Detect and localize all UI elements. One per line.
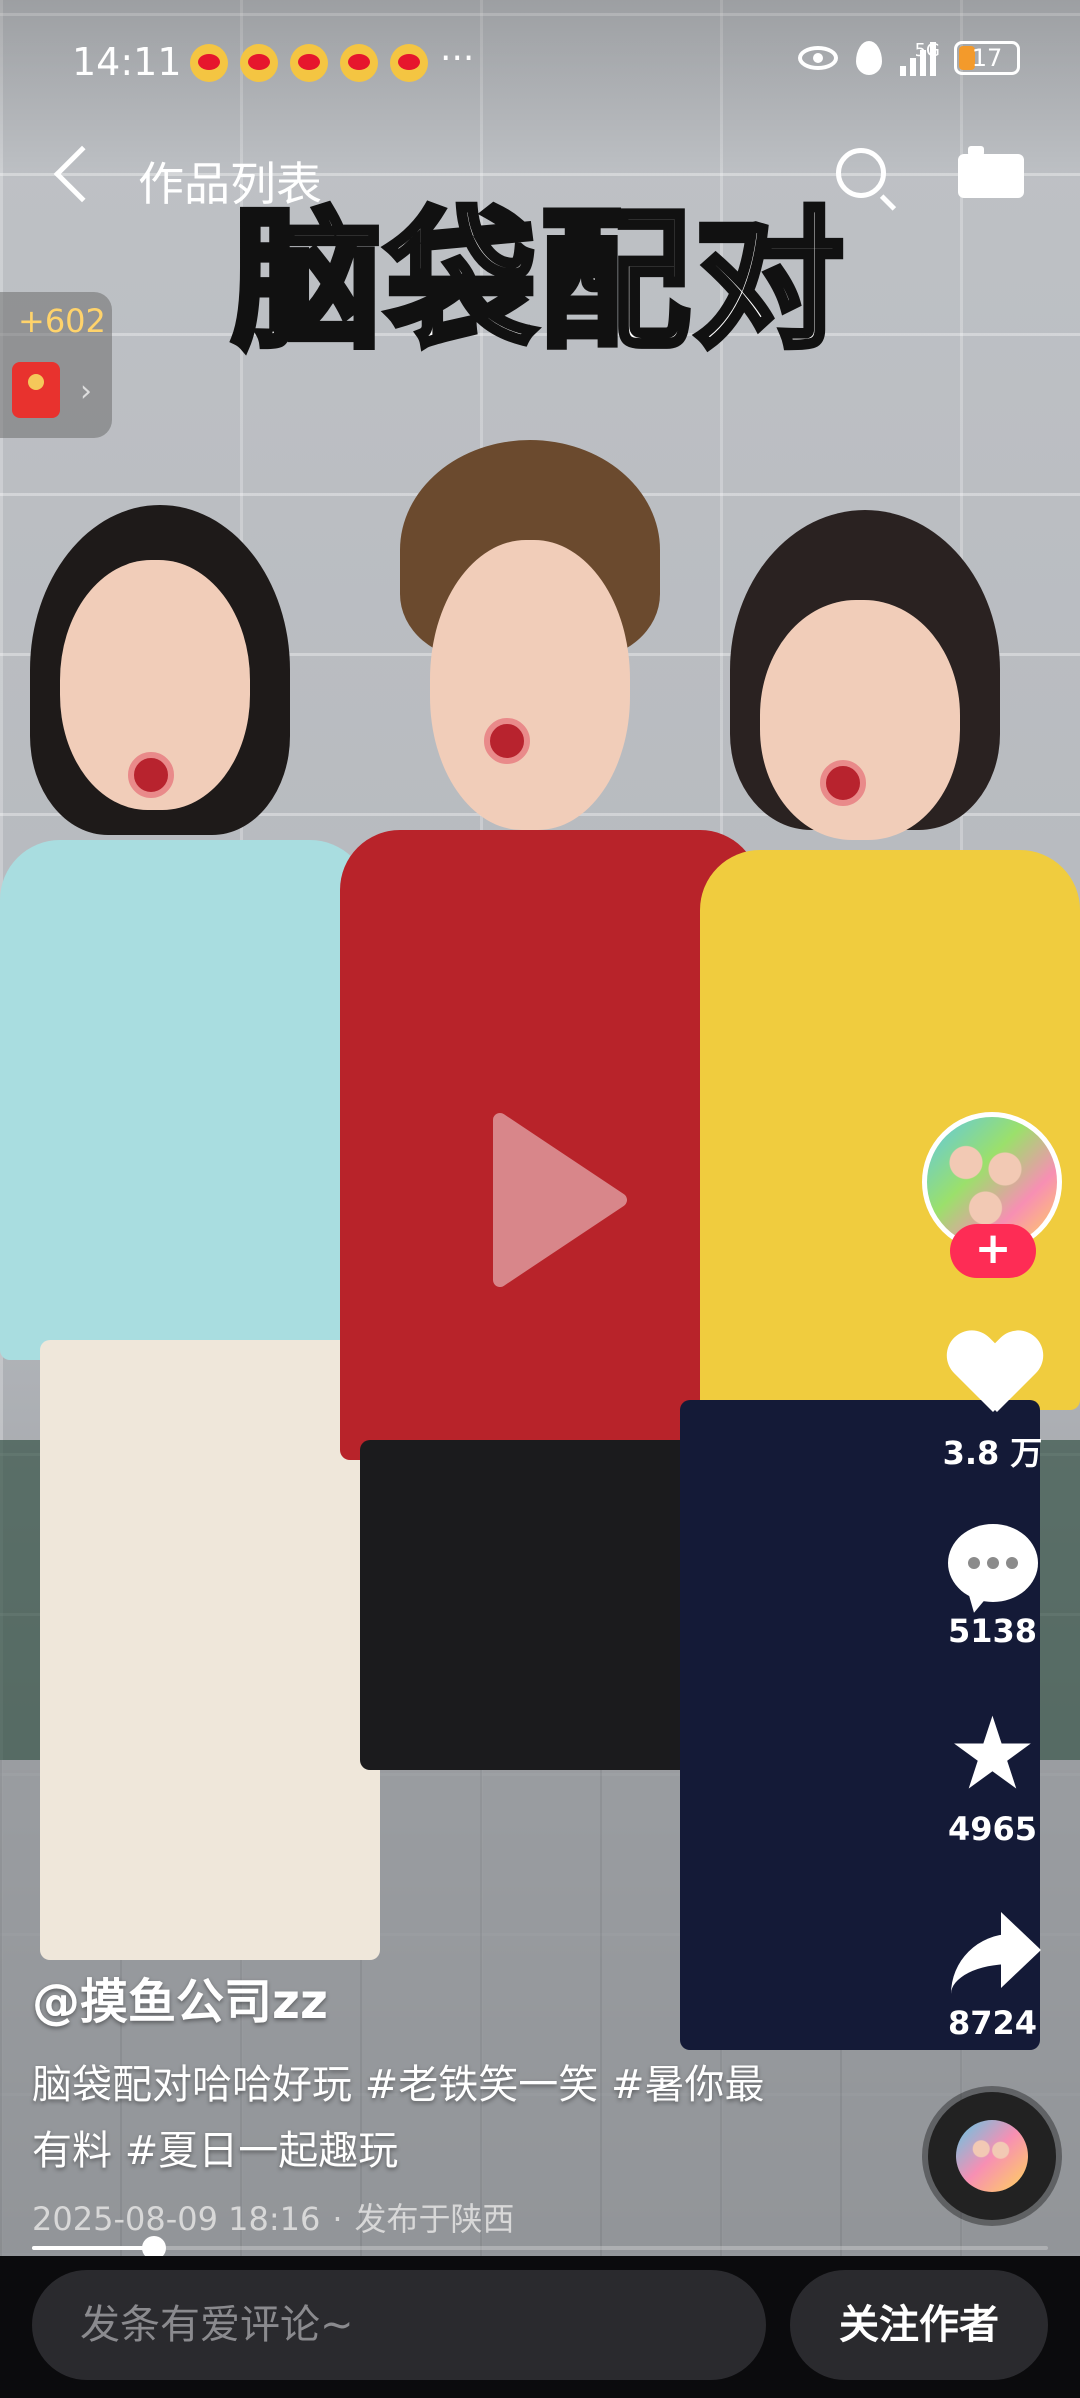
heart-icon [947, 1332, 1039, 1418]
post-meta: 2025-08-09 18:16 · 发布于陕西 [32, 2194, 515, 2240]
comment-icon [947, 1524, 1038, 1602]
camera-icon[interactable] [958, 146, 1024, 198]
author-name[interactable]: @摸鱼公司zz [32, 1962, 328, 2032]
progress-fill [32, 2246, 154, 2250]
post-caption[interactable]: 脑袋配对哈哈好玩 #老铁笑一笑 #暑你最有料 #夏日一起趣玩 [32, 2052, 792, 2184]
status-time: 14:11 [72, 40, 182, 84]
nav-title[interactable]: 作品列表 [138, 148, 322, 214]
weibo-icon [190, 44, 228, 82]
chevron-right-icon: › [80, 374, 92, 409]
share-button[interactable]: 8724 [930, 1910, 1055, 2042]
eye-icon [798, 46, 838, 70]
follow-plus-button[interactable]: + [950, 1224, 1036, 1278]
notification-overflow: ··· [440, 38, 475, 79]
star-icon: ★ [947, 1695, 1038, 1812]
battery-icon: 17 [954, 41, 1020, 75]
back-icon[interactable] [53, 145, 111, 203]
share-icon [945, 1910, 1041, 1994]
location-icon [856, 41, 882, 75]
weibo-icon [290, 44, 328, 82]
weibo-icon [390, 44, 428, 82]
top-nav: 作品列表 [0, 140, 1080, 220]
status-bar: 14:11 ··· 5G 17 [0, 0, 1080, 130]
comment-button[interactable]: 5138 [930, 1524, 1055, 1650]
battery-level: 17 [971, 44, 1003, 72]
progress-track[interactable] [32, 2246, 1048, 2250]
favorite-button[interactable]: ★ 4965 [930, 1695, 1055, 1849]
meta-separator: · [332, 2200, 343, 2238]
red-packet-widget[interactable]: +602 › [0, 292, 112, 438]
like-count: 3.8 万 [942, 1434, 1043, 1472]
weibo-icon [340, 44, 378, 82]
weibo-icon [240, 44, 278, 82]
favorite-count: 4965 [947, 1810, 1038, 1848]
follow-author-button[interactable]: 关注作者 [790, 2270, 1048, 2380]
comment-input[interactable] [32, 2270, 766, 2380]
notification-icons [190, 44, 428, 82]
post-date: 2025-08-09 18:16 [32, 2200, 321, 2238]
search-icon[interactable] [836, 148, 886, 198]
music-cover [956, 2120, 1028, 2192]
video-player[interactable]: 脑袋配对 [0, 0, 1080, 2256]
play-icon[interactable] [480, 1110, 630, 1290]
signal-icon [900, 40, 936, 76]
red-packet-icon [12, 362, 60, 418]
music-disc[interactable] [928, 2092, 1056, 2220]
post-location: 发布于陕西 [354, 2200, 515, 2238]
comment-count: 5138 [947, 1612, 1038, 1650]
status-right-icons: 17 [798, 40, 1020, 76]
red-packet-amount: +602 [18, 302, 106, 340]
like-button[interactable]: 3.8 万 [930, 1332, 1055, 1474]
